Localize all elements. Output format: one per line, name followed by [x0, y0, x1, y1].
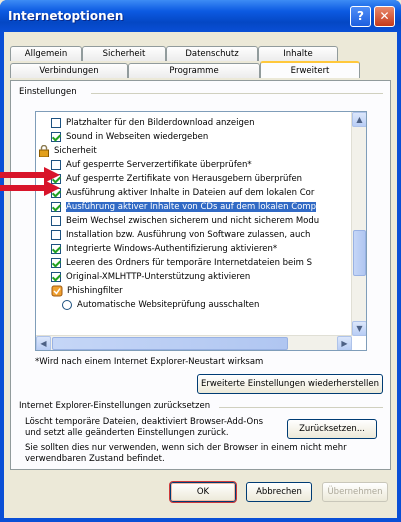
- checkbox[interactable]: [51, 272, 61, 282]
- lock-icon: [39, 145, 49, 157]
- list-item[interactable]: Integrierte Windows-Authentifizierung ak…: [51, 242, 277, 256]
- tab-row-bottom: Verbindungen Programme Erweitert: [10, 61, 360, 78]
- checkbox[interactable]: [51, 118, 61, 128]
- list-item[interactable]: Installation bzw. Ausführung von Softwar…: [51, 228, 310, 242]
- checkbox[interactable]: [51, 216, 61, 226]
- apply-button[interactable]: Übernehmen: [322, 482, 388, 502]
- vertical-scrollbar[interactable]: ▲ ▼: [351, 112, 366, 336]
- list-item-selected[interactable]: Ausführung aktiver Inhalte von CDs auf d…: [51, 200, 317, 214]
- close-button[interactable]: ✕: [374, 5, 395, 27]
- tab-inhalte[interactable]: Inhalte: [258, 46, 338, 61]
- settings-list[interactable]: Platzhalter für den Bilderdownload anzei…: [35, 111, 367, 351]
- scroll-up-button[interactable]: ▲: [352, 112, 366, 127]
- category-phishing: Phishingfilter: [51, 284, 123, 298]
- list-item[interactable]: Automatische Websiteprüfung ausschalten: [62, 298, 259, 312]
- list-item[interactable]: Ausführung aktiver Inhalte in Dateien au…: [51, 186, 314, 200]
- reset-group-label: Internet Explorer-Einstellungen zurückse…: [19, 401, 215, 411]
- reset-button[interactable]: Zurücksetzen...: [287, 419, 377, 439]
- list-item[interactable]: Beim Wechsel zwischen sicherem und nicht…: [51, 214, 319, 228]
- horizontal-scroll-thumb[interactable]: [52, 337, 288, 350]
- scroll-right-button[interactable]: ▶: [337, 336, 352, 350]
- help-button[interactable]: ?: [350, 5, 371, 27]
- internet-options-dialog: Internetoptionen ? ✕ Allgemein Sicherhei…: [0, 0, 401, 522]
- divider: [91, 93, 383, 94]
- reset-warning: Sie sollten dies nur verwenden, wenn sic…: [25, 443, 347, 464]
- horizontal-scrollbar[interactable]: ◀ ▶: [36, 335, 352, 350]
- scroll-left-button[interactable]: ◀: [36, 336, 51, 350]
- restore-advanced-settings-button[interactable]: Erweiterte Einstellungen wiederherstelle…: [197, 374, 383, 394]
- annotation-arrow-icon: [0, 180, 60, 196]
- category-security: Sicherheit: [38, 144, 97, 158]
- ok-button[interactable]: OK: [169, 481, 237, 503]
- title-bar[interactable]: Internetoptionen ? ✕: [0, 0, 401, 32]
- reset-description: Löscht temporäre Dateien, deaktiviert Br…: [25, 417, 264, 438]
- tab-verbindungen[interactable]: Verbindungen: [10, 63, 128, 78]
- restart-note: *Wird nach einem Internet Explorer-Neust…: [35, 357, 264, 367]
- tab-panel-erweitert: Einstellungen Platzhalter für den Bilder…: [10, 80, 391, 470]
- tab-sicherheit[interactable]: Sicherheit: [82, 46, 166, 61]
- tab-erweitert[interactable]: Erweitert: [260, 61, 360, 78]
- tab-programme[interactable]: Programme: [128, 63, 260, 78]
- checkbox[interactable]: [51, 230, 61, 240]
- checkbox[interactable]: [51, 244, 61, 254]
- settings-group-label: Einstellungen: [19, 87, 81, 97]
- list-item[interactable]: Sound in Webseiten wiedergeben: [51, 130, 208, 144]
- list-item[interactable]: Auf gesperrte Zertifikate von Herausgebe…: [51, 172, 302, 186]
- radio-button[interactable]: [62, 300, 72, 310]
- cancel-button[interactable]: Abbrechen: [246, 482, 312, 502]
- annotation-arrow-icon: [0, 167, 60, 183]
- tab-allgemein[interactable]: Allgemein: [10, 46, 82, 61]
- phishing-filter-icon: [51, 285, 63, 297]
- checkbox[interactable]: [51, 132, 61, 142]
- list-item[interactable]: Original-XMLHTTP-Unterstützung aktiviere…: [51, 270, 250, 284]
- tab-datenschutz[interactable]: Datenschutz: [166, 46, 258, 61]
- list-item[interactable]: Platzhalter für den Bilderdownload anzei…: [51, 116, 255, 130]
- divider: [219, 407, 383, 408]
- scroll-down-button[interactable]: ▼: [352, 321, 366, 336]
- dialog-body: Allgemein Sicherheit Datenschutz Inhalte…: [4, 32, 397, 518]
- list-item[interactable]: Leeren des Ordners für temporäre Interne…: [51, 256, 312, 270]
- tab-row-top: Allgemein Sicherheit Datenschutz Inhalte: [10, 46, 338, 61]
- dialog-title: Internetoptionen: [8, 9, 124, 23]
- checkbox[interactable]: [51, 258, 61, 268]
- checkbox[interactable]: [51, 202, 61, 212]
- list-item[interactable]: Auf gesperrte Serverzertifikate überprüf…: [51, 158, 252, 172]
- vertical-scroll-thumb[interactable]: [353, 230, 366, 276]
